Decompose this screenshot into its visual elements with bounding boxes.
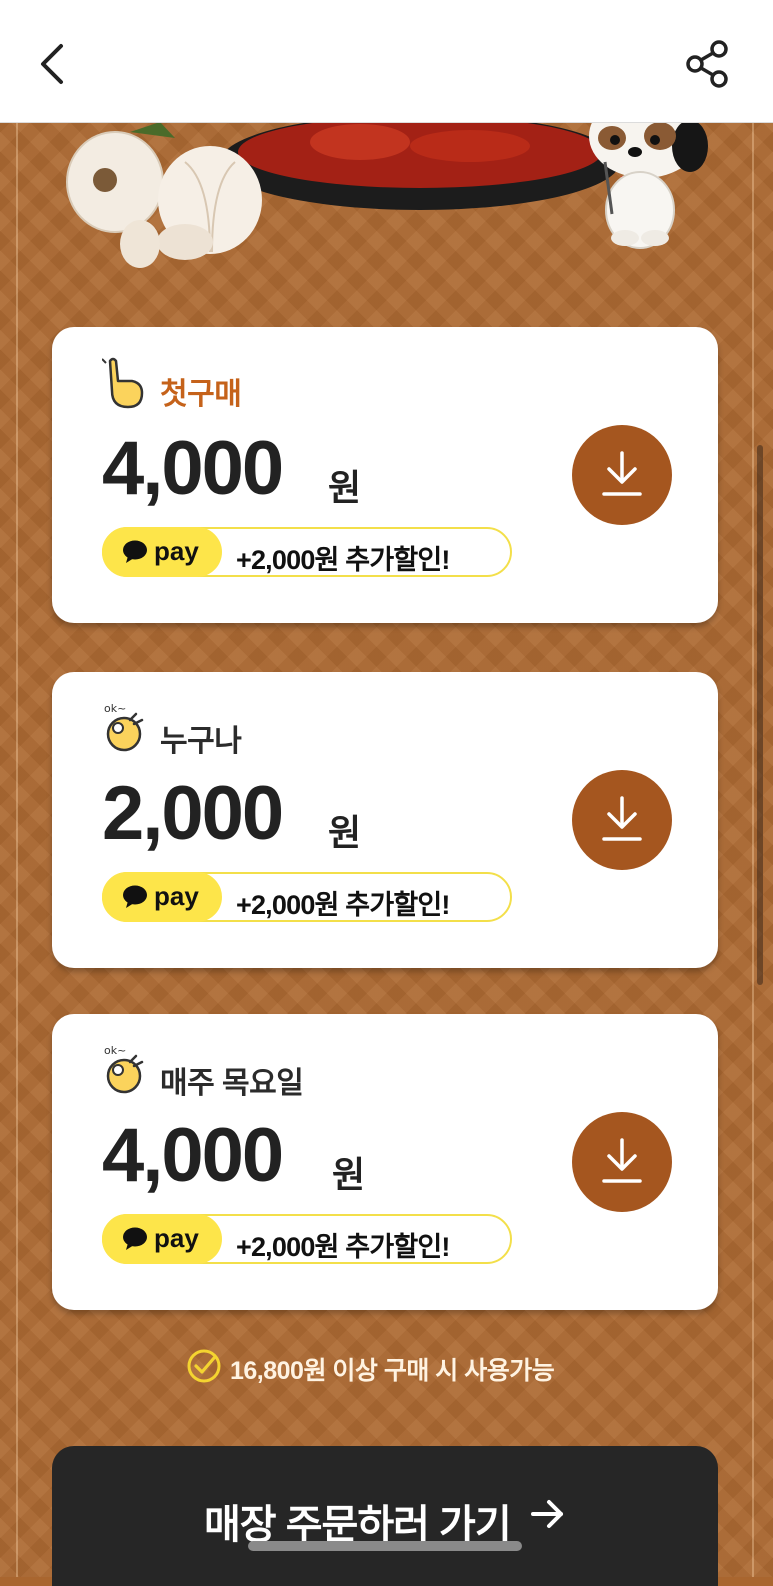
check-circle-icon (187, 1349, 221, 1383)
pay-extra-discount-text: +2,000원 추가할인! (236, 1232, 450, 1262)
top-bar (0, 0, 773, 123)
share-icon (686, 40, 728, 88)
ok-hand-icon: ok~ (104, 702, 144, 752)
frame-border-right (752, 122, 754, 1577)
pay-extra-discount-text: +2,000원 추가할인! (236, 545, 450, 575)
scrollbar[interactable] (757, 445, 763, 985)
download-coupon-button[interactable] (572, 770, 672, 870)
pay-label: pay (154, 1223, 199, 1253)
ok-hand-icon: ok~ (104, 1044, 144, 1094)
minimum-purchase-text: 16,800원 이상 구매 시 사용가능 (230, 1357, 555, 1385)
svg-text:ok~: ok~ (104, 1044, 126, 1057)
arrow-right-icon (531, 1500, 563, 1528)
pointing-hand-icon (102, 357, 144, 409)
coupon-unit: 원 (328, 467, 362, 508)
coupon-unit: 원 (328, 812, 362, 853)
coupon-label: 매주 목요일 (160, 1067, 304, 1100)
kakaopay-pill: pay (102, 1214, 222, 1264)
speech-bubble-icon (123, 540, 147, 563)
go-to-store-order-button[interactable]: 매장 주문하러 가기 (52, 1446, 718, 1586)
kakaopay-pill: pay (102, 872, 222, 922)
garlic-illustration (66, 131, 262, 268)
pay-extra-discount-text: +2,000원 추가할인! (236, 890, 450, 920)
kakaopay-extra-discount-badge: pay +2,000원 추가할인! (102, 527, 512, 577)
hero-food-illustration (66, 122, 708, 268)
coupon-amount: 2,000 (102, 771, 284, 856)
coupon-card-first-purchase: 첫구매 4,000 원 pay +2,000원 추가할인! (52, 327, 718, 623)
coupon-amount: 4,000 (102, 426, 284, 511)
share-button[interactable] (684, 38, 734, 90)
kakaopay-pill: pay (102, 527, 222, 577)
chef-dog-mascot (589, 122, 708, 249)
pay-label: pay (154, 881, 199, 911)
back-button[interactable] (30, 36, 80, 92)
download-coupon-button[interactable] (572, 1112, 672, 1212)
coupon-card-every-thursday: ok~ 매주 목요일 4,000 원 pay +2,000원 추가할인! (52, 1014, 718, 1310)
minimum-purchase-note: 16,800원 이상 구매 시 사용가능 (186, 1346, 606, 1386)
kakaopay-extra-discount-badge: pay +2,000원 추가할인! (102, 872, 512, 922)
download-icon (602, 451, 642, 496)
chevron-left-icon (41, 44, 63, 84)
download-icon (602, 796, 642, 841)
pay-label: pay (154, 536, 199, 566)
svg-text:ok~: ok~ (104, 702, 126, 715)
home-indicator[interactable] (248, 1541, 522, 1551)
speech-bubble-icon (123, 885, 147, 908)
coupon-label: 첫구매 (160, 378, 242, 411)
download-coupon-button[interactable] (572, 425, 672, 525)
speech-bubble-icon (123, 1227, 147, 1250)
coupon-unit: 원 (332, 1154, 366, 1195)
coupon-label: 누구나 (160, 725, 242, 758)
coupon-amount: 4,000 (102, 1113, 284, 1198)
frame-border-left (16, 122, 18, 1577)
kakaopay-extra-discount-badge: pay +2,000원 추가할인! (102, 1214, 512, 1264)
download-icon (602, 1138, 642, 1183)
coupon-card-everyone: ok~ 누구나 2,000 원 pay +2,000원 추가할인! (52, 672, 718, 968)
